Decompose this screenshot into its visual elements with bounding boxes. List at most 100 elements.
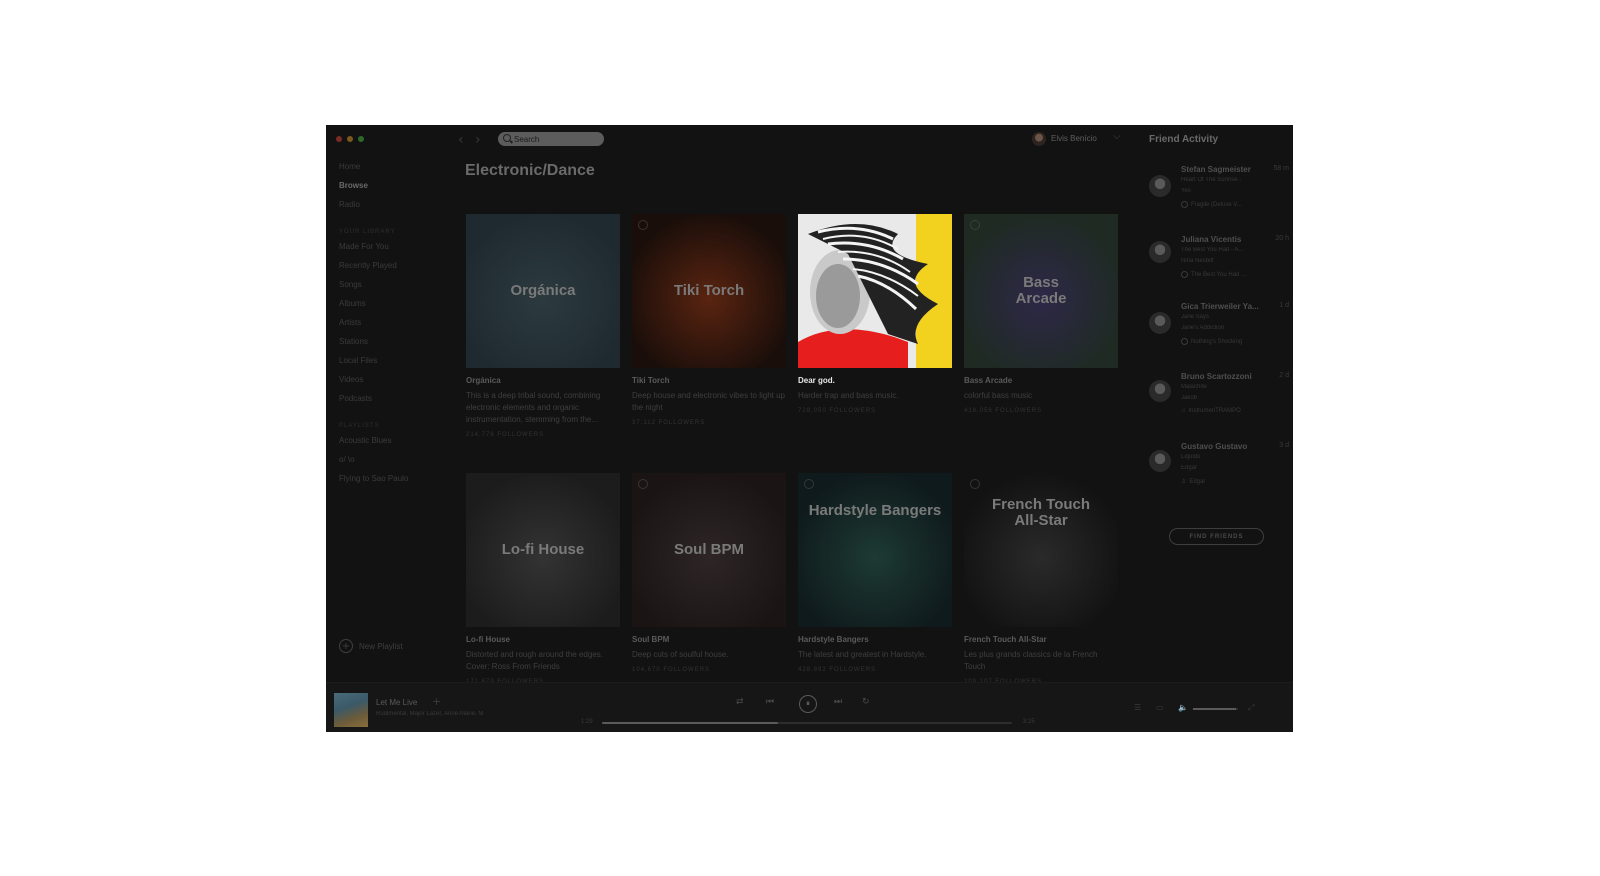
find-friends-button[interactable]: FIND FRIENDS — [1169, 528, 1264, 545]
friend-artist[interactable]: Jakob — [1181, 395, 1261, 401]
maximize-window-icon[interactable] — [358, 136, 364, 142]
now-playing-title[interactable]: Let Me Live — [376, 698, 417, 707]
fullscreen-icon[interactable]: ⤢ — [1248, 703, 1254, 713]
friend-avatar[interactable] — [1149, 380, 1171, 402]
cover-title: Hardstyle Bangers — [808, 502, 942, 519]
chevron-down-icon[interactable]: ⌵ — [1113, 131, 1121, 142]
sidebar-item-songs[interactable]: Songs — [339, 280, 362, 289]
now-playing-artwork[interactable] — [334, 693, 368, 727]
friend-name[interactable]: Gustavo Gustavo — [1181, 442, 1266, 451]
sidebar-item-local-files[interactable]: Local Files — [339, 356, 377, 365]
playlist-name[interactable]: Hardstyle Bangers — [798, 635, 869, 644]
playlist-description: Deep cuts of soulful house. — [632, 650, 729, 659]
playlist-followers: 104,670 FOLLOWERS — [632, 667, 711, 673]
friend-avatar[interactable] — [1149, 450, 1171, 472]
user-name[interactable]: Elvis Benício — [1051, 134, 1097, 143]
friend-artist[interactable]: Jane's Addiction — [1181, 325, 1261, 331]
sidebar-playlist-item[interactable]: Acoustic Blues — [339, 436, 391, 445]
playlist-cover[interactable]: Tiki Torch — [632, 214, 786, 368]
search-bar — [498, 132, 604, 146]
friend-avatar[interactable] — [1149, 175, 1171, 197]
friend-name[interactable]: Gica Trierweiler Ya... — [1181, 302, 1266, 311]
sidebar-item-stations[interactable]: Stations — [339, 337, 368, 346]
cover-title: Orgánica — [510, 282, 576, 299]
cover-title: French Touch All-Star — [991, 496, 1091, 529]
friend-name[interactable]: Juliana Vicentis — [1181, 235, 1266, 244]
repeat-icon[interactable]: ↻ — [862, 697, 870, 707]
player-bar: Let Me Live + Rudimental, Major Lazer, A… — [326, 682, 1293, 732]
friend-artist[interactable]: Nina Nesbitt — [1181, 258, 1261, 264]
now-playing-artist[interactable]: Rudimental, Major Lazer, Anne-Marie, M — [376, 711, 511, 717]
friend-track[interactable]: Jane Says — [1181, 314, 1261, 320]
sidebar-item-home[interactable]: Home — [339, 162, 360, 171]
playlist-cover[interactable]: Bass Arcade — [964, 214, 1118, 368]
friend-avatar[interactable] — [1149, 241, 1171, 263]
playlist-name[interactable]: French Touch All-Star — [964, 635, 1047, 644]
playlist-description: colorful bass music — [964, 391, 1033, 400]
friend-context[interactable]: Fragile (Deluxe V... — [1181, 201, 1242, 208]
friend-avatar[interactable] — [1149, 312, 1171, 334]
devices-icon[interactable]: ▭ — [1156, 703, 1164, 712]
playlist-followers: 214,776 FOLLOWERS — [466, 432, 545, 438]
playlist-description: Les plus grands classics de la French To… — [964, 650, 1098, 671]
sidebar-item-made-for-you[interactable]: Made For You — [339, 242, 389, 251]
forward-button[interactable]: › — [475, 132, 481, 148]
playlist-name[interactable]: Lo-fi House — [466, 635, 510, 644]
friend-context[interactable]: Nothing's Shocking — [1181, 338, 1242, 345]
playlist-name[interactable]: Soul BPM — [632, 635, 669, 644]
new-playlist-label: New Playlist — [359, 641, 403, 651]
friend-track[interactable]: Heart Of The Sunrise - — [1181, 177, 1261, 183]
playlist-description: Deep house and electronic vibes to light… — [632, 391, 785, 412]
playlist-cover[interactable]: Lo-fi House — [466, 473, 620, 627]
playlist-cover[interactable]: Hardstyle Bangers — [798, 473, 952, 627]
playback-progress-bar[interactable] — [602, 722, 1012, 724]
total-time: 3:25 — [1023, 719, 1035, 725]
new-playlist-button[interactable]: + New Playlist — [339, 639, 403, 653]
pause-button[interactable]: ⏸ — [799, 695, 817, 713]
sidebar-item-recently-played[interactable]: Recently Played — [339, 261, 397, 270]
sidebar-item-albums[interactable]: Albums — [339, 299, 366, 308]
sidebar-item-artists[interactable]: Artists — [339, 318, 361, 327]
sidebar-item-podcasts[interactable]: Podcasts — [339, 394, 372, 403]
add-to-library-icon[interactable]: + — [432, 695, 441, 708]
friend-context[interactable]: ♫ InstrumenTRAMPO — [1181, 408, 1241, 414]
playlist-name[interactable]: Bass Arcade — [964, 376, 1012, 385]
friend-name[interactable]: Bruno Scartozzoni — [1181, 372, 1266, 381]
playlist-followers: 37,112 FOLLOWERS — [632, 420, 706, 426]
playlist-name[interactable]: Dear god. — [798, 376, 835, 385]
playlist-cover[interactable] — [798, 214, 952, 368]
album-icon — [1181, 201, 1188, 208]
friend-track[interactable]: Liquido — [1181, 454, 1261, 460]
sidebar-playlist-item[interactable]: Flying to Sao Paulo — [339, 474, 408, 483]
playlist-cover[interactable]: French Touch All-Star — [964, 473, 1118, 627]
friend-context[interactable]: ♙ Edgar — [1181, 478, 1205, 486]
volume-slider[interactable] — [1193, 708, 1238, 710]
minimize-window-icon[interactable] — [347, 136, 353, 142]
user-avatar[interactable] — [1032, 132, 1046, 146]
close-window-icon[interactable] — [336, 136, 342, 142]
friend-artist[interactable]: Edgar — [1181, 465, 1261, 471]
sidebar-item-radio[interactable]: Radio — [339, 200, 360, 209]
playlist-name[interactable]: Tiki Torch — [632, 376, 670, 385]
search-input[interactable] — [514, 132, 600, 146]
sidebar-item-browse[interactable]: Browse — [339, 181, 368, 190]
back-button[interactable]: ‹ — [458, 132, 464, 148]
friend-track[interactable]: The Best You Had - A... — [1181, 247, 1261, 253]
friend-track[interactable]: Malachite — [1181, 384, 1261, 390]
shuffle-icon[interactable]: ⇄ — [736, 697, 744, 707]
friend-context-label: Nothing's Shocking — [1191, 338, 1243, 345]
friend-context-label: InstrumenTRAMPO — [1188, 408, 1241, 414]
playlist-name[interactable]: Orgánica — [466, 376, 501, 385]
friend-name[interactable]: Stefan Sagmeister — [1181, 165, 1266, 174]
playlist-cover[interactable]: Orgánica — [466, 214, 620, 368]
previous-icon[interactable]: ⏮ — [766, 697, 774, 707]
sidebar-playlist-item[interactable]: o/ \o — [339, 455, 355, 464]
queue-icon[interactable]: ☰ — [1134, 703, 1141, 712]
friend-context[interactable]: The Best You Had ... — [1181, 271, 1246, 278]
sidebar-item-videos[interactable]: Videos — [339, 375, 363, 384]
next-icon[interactable]: ⏭ — [834, 697, 842, 707]
cover-badge-icon — [970, 220, 980, 230]
friend-artist[interactable]: Yes — [1181, 188, 1261, 194]
volume-icon[interactable]: 🔈 — [1178, 703, 1188, 712]
playlist-cover[interactable]: Soul BPM — [632, 473, 786, 627]
